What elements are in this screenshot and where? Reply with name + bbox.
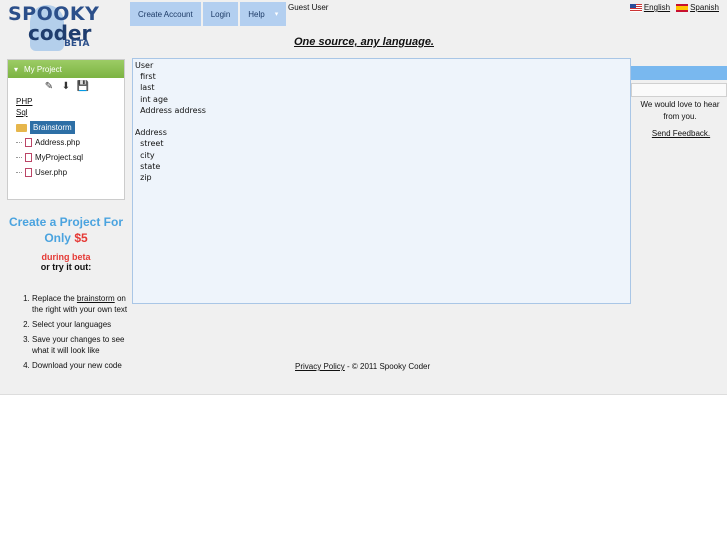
tree-item-label: Brainstorm [30,121,75,134]
tree-connector [16,172,22,173]
project-panel: ▾ My Project ✎ ⬇ 💾 PHP Sql Brainstorm Ad… [7,59,125,200]
promo-price: $5 [74,231,88,245]
brainstorm-editor[interactable]: User first last int age Address address … [132,58,631,304]
tree-item-user-php[interactable]: User.php [16,165,124,180]
top-nav: Create Account Login Help ▾ [130,2,287,26]
tree-item-myproject-sql[interactable]: MyProject.sql [16,150,124,165]
footer: Privacy Policy - © 2011 Spooky Coder [295,362,430,371]
step-item: Select your languages [32,319,130,330]
step-text: Select your languages [32,320,112,329]
login-button[interactable]: Login [202,2,239,26]
step-text: Replace the [32,294,77,303]
promo-box: Create a Project For Only $5 during beta… [7,214,125,272]
project-toolbar: ✎ ⬇ 💾 [8,81,124,93]
login-label: Login [210,9,231,19]
create-account-label: Create Account [138,9,193,19]
flag-us-icon [629,3,642,12]
user-status: Guest User [288,3,329,12]
send-feedback-link[interactable]: Send Feedback. [640,129,722,138]
language-link-php[interactable]: PHP [16,96,124,107]
brainstorm-link[interactable]: brainstorm [77,294,115,303]
edit-icon[interactable]: ✎ [44,81,55,92]
language-spanish-label: Spanish [690,3,719,12]
collapse-arrow-icon: ▾ [14,64,19,74]
promo-only: Only [44,231,71,245]
project-title: My Project [24,64,62,74]
language-english-label: English [643,3,671,12]
language-english-link[interactable]: English [629,3,671,12]
project-header[interactable]: ▾ My Project [8,60,124,78]
tree-item-brainstorm[interactable]: Brainstorm [16,120,124,135]
privacy-policy-link[interactable]: Privacy Policy [295,362,345,371]
folder-open-icon [16,123,27,132]
language-link-sql[interactable]: Sql [16,107,124,118]
step-item: Replace the brainstorm on the right with… [32,293,130,315]
step-text: Save your changes to see what it will lo… [32,335,125,355]
tree-item-label: MyProject.sql [35,153,84,162]
promo-price-line: Only $5 [7,230,125,246]
language-switcher: English Spanish [629,3,719,12]
language-spanish-link[interactable]: Spanish [676,3,719,12]
tree-item-address-php[interactable]: Address.php [16,135,124,150]
file-icon [25,153,32,162]
help-menu-button[interactable]: Help ▾ [240,2,287,26]
file-tree: Brainstorm Address.php MyProject.sql Use… [16,120,124,180]
save-icon[interactable]: 💾 [77,81,89,92]
tree-connector [16,142,22,143]
steps-list: Replace the brainstorm on the right with… [14,293,130,375]
right-panel-input[interactable] [631,83,727,97]
flag-es-icon [676,3,689,12]
create-account-button[interactable]: Create Account [130,2,201,26]
logo[interactable]: SPOOKY coder BETA [6,3,99,53]
download-icon[interactable]: ⬇ [61,81,72,92]
chevron-down-icon: ▾ [274,11,279,18]
tree-item-label: User.php [35,168,68,177]
step-text: Download your new code [32,361,122,370]
logo-beta-badge: BETA [64,39,90,49]
promo-beta-note: during beta [41,252,91,262]
tree-connector [16,157,22,158]
copyright-text: - © 2011 Spooky Coder [344,362,431,371]
promo-title: Create a Project For [8,215,124,229]
right-panel-header [631,66,727,80]
promo-try-note: or try it out: [40,262,92,272]
feedback-text: We would love to hear from you. [640,100,720,121]
help-label: Help [248,9,265,19]
step-item: Download your new code [32,360,130,371]
step-item: Save your changes to see what it will lo… [32,334,130,356]
file-icon [25,168,32,177]
file-icon [25,138,32,147]
tree-item-label: Address.php [35,138,80,147]
tagline: One source, any language. [294,36,434,48]
